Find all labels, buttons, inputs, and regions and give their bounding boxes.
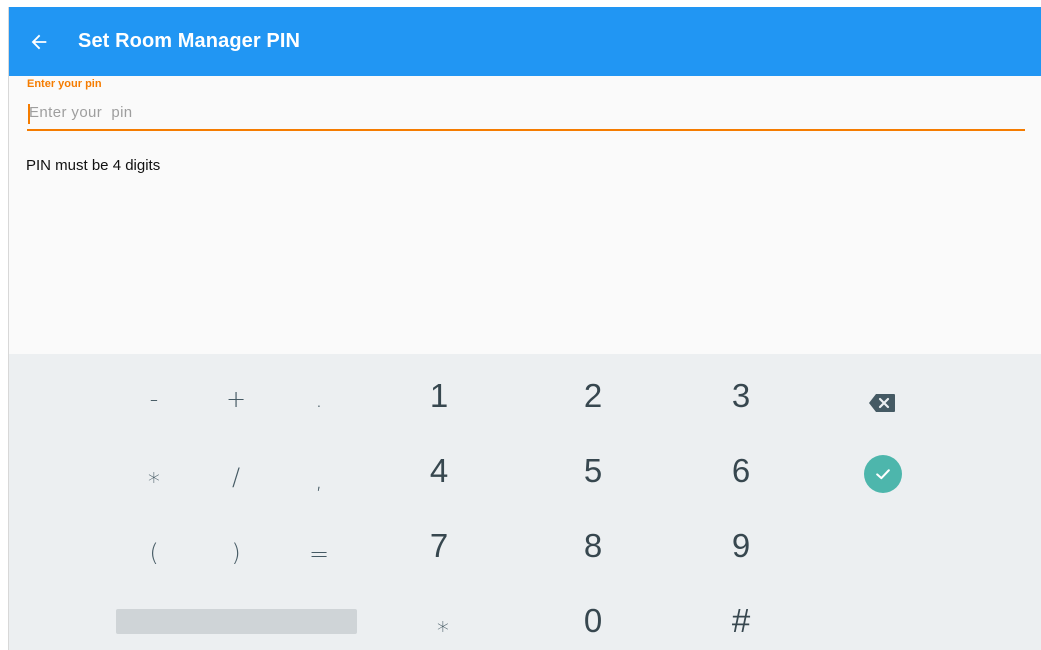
pin-field: Enter your pin: [27, 77, 1025, 131]
key-star[interactable]: ∗: [423, 606, 463, 646]
key-6[interactable]: 6: [716, 449, 766, 493]
key-9[interactable]: 9: [716, 524, 766, 568]
key-5[interactable]: 5: [568, 449, 618, 493]
key-asterisk[interactable]: ∗: [134, 457, 174, 497]
key-3[interactable]: 3: [716, 374, 766, 418]
key-7[interactable]: 7: [414, 524, 464, 568]
done-key-circle: [864, 455, 902, 493]
key-plus[interactable]: +: [216, 379, 256, 419]
key-0[interactable]: 0: [568, 599, 618, 643]
key-2[interactable]: 2: [568, 374, 618, 418]
key-hash[interactable]: #: [716, 599, 766, 643]
pin-field-label: Enter your pin: [27, 78, 102, 90]
key-1[interactable]: 1: [414, 374, 464, 418]
pin-hint: PIN must be 4 digits: [26, 157, 161, 174]
page-title: Set Room Manager PIN: [78, 30, 301, 52]
arrow-back-icon: [31, 34, 47, 49]
back-button[interactable]: [9, 7, 69, 76]
backspace-key[interactable]: [862, 383, 902, 423]
pin-input[interactable]: [27, 91, 1025, 131]
done-key[interactable]: [861, 452, 905, 496]
key-left-paren[interactable]: (: [134, 533, 174, 573]
app-bar: Set Room Manager PIN: [9, 7, 1041, 76]
key-comma[interactable]: ,: [299, 460, 339, 500]
numeric-keyboard: - + . 1 2 3 ∗ / , 4 5 6 ( ) = 7 8 9 ∗ 0 …: [9, 354, 1041, 650]
key-8[interactable]: 8: [568, 524, 618, 568]
screen: Set Room Manager PIN Enter your pin PIN …: [8, 7, 1041, 650]
key-period[interactable]: .: [299, 379, 339, 419]
key-4[interactable]: 4: [414, 449, 464, 493]
backspace-icon: [869, 394, 895, 412]
check-circle-icon: [876, 469, 890, 480]
key-slash[interactable]: /: [216, 457, 256, 497]
text-cursor: [28, 104, 30, 124]
key-minus[interactable]: -: [134, 379, 174, 419]
key-equals[interactable]: =: [299, 534, 339, 574]
key-right-paren[interactable]: ): [216, 533, 256, 573]
space-key[interactable]: [116, 609, 357, 634]
